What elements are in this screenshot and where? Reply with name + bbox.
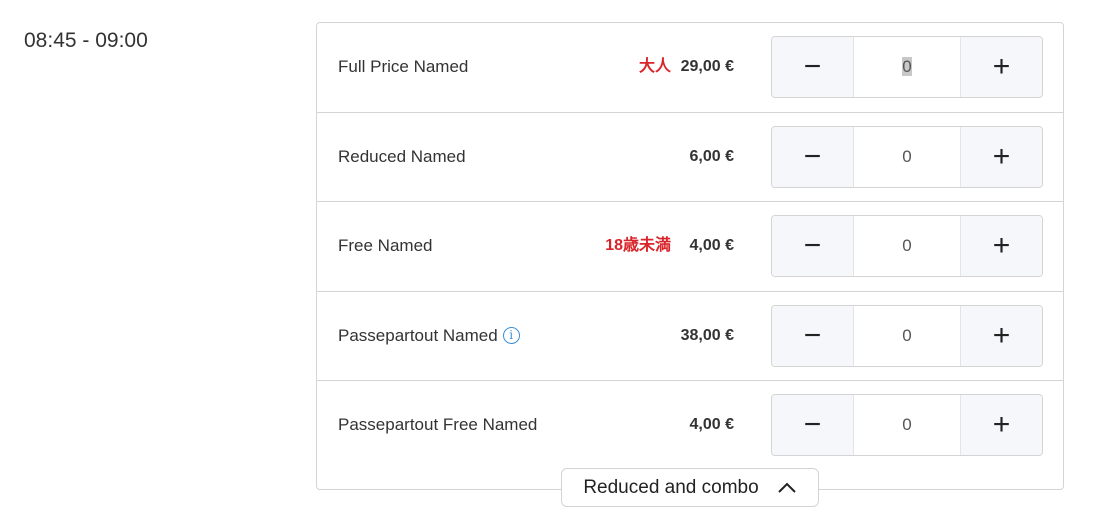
plus-icon: + [992,408,1011,442]
ticket-price: 29,00 € [680,58,734,75]
quantity-input[interactable]: 0 [853,395,961,456]
ticket-row: Full Price Named 大人 29,00 € − 0 + [317,23,1063,113]
increment-button[interactable]: + [961,216,1042,277]
quantity-stepper: − 0 + [771,215,1043,278]
decrement-button[interactable]: − [772,126,853,187]
ticket-row: Passepartout Named i 38,00 € − 0 + [317,292,1063,382]
plus-icon: + [992,50,1011,83]
ticket-name: Passepartout Free Named [338,415,538,435]
ticket-price: 4,00 € [689,416,734,434]
quantity-stepper: − 0 + [771,125,1043,188]
increment-button[interactable]: + [961,395,1042,456]
decrement-button[interactable]: − [772,216,853,277]
chevron-up-icon [777,482,796,493]
toggle-label: Reduced and combo [583,476,759,498]
quantity-stepper: − 0 + [771,36,1043,98]
plus-icon: + [992,229,1011,263]
ticket-price: 38,00 € [680,326,734,344]
ticket-price: 6,00 € [689,147,734,165]
decrement-button[interactable]: − [772,37,853,97]
ticket-name: Reduced Named [338,146,466,166]
quantity-stepper: − 0 + [771,394,1043,457]
quantity-input[interactable]: 0 [853,305,961,366]
minus-icon: − [803,50,822,83]
ticket-tag: 大人 [638,58,671,75]
ticket-price: 4,00 € [689,237,734,255]
increment-button[interactable]: + [961,126,1042,187]
ticket-row: Free Named 18歳未満 4,00 € − 0 + [317,202,1063,292]
minus-icon: − [803,318,822,352]
increment-button[interactable]: + [961,37,1042,97]
quantity-input[interactable]: 0 [853,216,961,277]
ticket-list: Full Price Named 大人 29,00 € − 0 + Reduce… [316,22,1064,490]
ticket-name: Free Named [338,236,433,256]
reduced-combo-toggle[interactable]: Reduced and combo [561,468,819,507]
increment-button[interactable]: + [961,305,1042,366]
quantity-stepper: − 0 + [771,304,1043,367]
plus-icon: + [992,139,1011,173]
time-slot: 08:45 - 09:00 [24,29,148,52]
ticket-name: Passepartout Named [338,325,498,345]
ticket-name: Full Price Named [338,57,469,76]
decrement-button[interactable]: − [772,305,853,366]
ticket-row: Reduced Named 6,00 € − 0 + [317,113,1063,203]
quantity-input[interactable]: 0 [853,126,961,187]
minus-icon: − [803,139,822,173]
info-icon[interactable]: i [502,327,520,345]
minus-icon: − [803,229,822,263]
quantity-input[interactable]: 0 [853,37,961,97]
plus-icon: + [992,318,1011,352]
ticket-tag: 18歳未満 [605,237,671,255]
ticket-row: Passepartout Free Named 4,00 € − 0 + [317,381,1063,471]
decrement-button[interactable]: − [772,395,853,456]
minus-icon: − [803,408,822,442]
